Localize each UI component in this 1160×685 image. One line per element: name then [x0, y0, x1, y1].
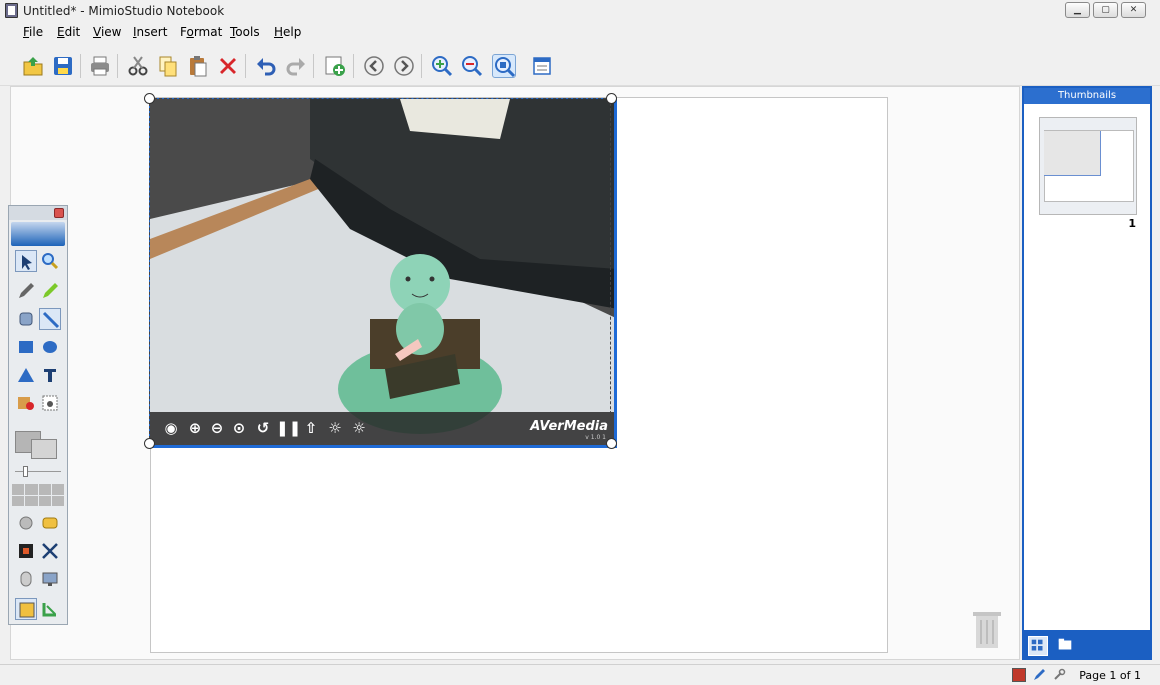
line-width-slider[interactable] — [15, 464, 61, 478]
mouse-tool[interactable] — [15, 568, 37, 590]
resize-handle-bottom-right[interactable] — [606, 438, 617, 449]
redo-icon[interactable] — [284, 54, 308, 78]
ellipse-tool[interactable] — [39, 336, 61, 358]
camera-image-object[interactable]: ◉ ⊕ ⊖ ⊙ ↺ ❚❚ ⇧ ☼ ☼ AVerMedia v 1.0 1 — [149, 98, 617, 448]
menu-edit[interactable]: Edit — [57, 25, 80, 39]
thumbnail-page-number: 1 — [1128, 217, 1136, 230]
rotate-icon[interactable]: ↺ — [254, 419, 272, 437]
thumbnails-tab-icon[interactable] — [1028, 636, 1048, 656]
camera-control-bar: ◉ ⊕ ⊖ ⊙ ↺ ❚❚ ⇧ ☼ ☼ AVerMedia v 1.0 1 — [150, 412, 614, 445]
menu-insert[interactable]: Insert — [133, 25, 167, 39]
transparency-tool[interactable] — [39, 512, 61, 534]
zoom-out-icon[interactable] — [460, 54, 484, 78]
tools-title-bar[interactable] — [9, 206, 67, 220]
paste-icon[interactable] — [186, 54, 210, 78]
cut-icon[interactable] — [126, 54, 150, 78]
thumbnails-header: Thumbnails — [1024, 88, 1150, 104]
close-icon[interactable] — [54, 208, 64, 218]
toolbar-separator — [245, 54, 246, 78]
zoom-out-icon[interactable]: ⊖ — [208, 419, 226, 437]
pen-banner-icon — [11, 222, 65, 246]
resize-handle-bottom-left[interactable] — [144, 438, 155, 449]
menu-format[interactable]: Format — [180, 25, 222, 39]
eraser-tool[interactable] — [15, 308, 37, 330]
title-bar: Untitled* - MimioStudio Notebook ▁ ▢ ✕ — [0, 0, 1160, 22]
select-tool[interactable] — [15, 250, 37, 272]
main-toolbar — [0, 42, 1160, 86]
screen-capture-tool[interactable] — [39, 392, 61, 414]
insert-image-tool[interactable] — [15, 392, 37, 414]
minimize-button[interactable]: ▁ — [1065, 2, 1090, 18]
page-indicator: Page 1 of 1 — [1079, 669, 1141, 682]
triangle-tool[interactable] — [15, 364, 37, 386]
panel-tabs — [1022, 632, 1152, 660]
toolbar-separator — [80, 54, 81, 78]
spotlight-icon[interactable] — [1012, 668, 1026, 682]
zoom-fit-icon[interactable] — [492, 54, 516, 78]
rectangle-tool[interactable] — [15, 336, 37, 358]
spotlight-tool[interactable] — [15, 540, 37, 562]
avermedia-logo: AVerMedia — [530, 419, 608, 434]
reveal-tool[interactable] — [39, 540, 61, 562]
mimio-tools-palette — [8, 205, 68, 625]
fill-palette[interactable] — [12, 484, 64, 506]
applications-tool[interactable] — [15, 598, 37, 620]
save-icon[interactable] — [51, 54, 75, 78]
toolbar-separator — [421, 54, 422, 78]
resize-handle-top-left[interactable] — [144, 93, 155, 104]
print-icon[interactable] — [88, 54, 112, 78]
status-bar: Page 1 of 1 — [0, 664, 1160, 685]
thumbnail-image-preview — [1044, 131, 1101, 176]
menu-help[interactable]: Help — [274, 25, 301, 39]
menu-tools[interactable]: Tools — [230, 25, 260, 39]
fill-tool[interactable] — [15, 512, 37, 534]
menu-file[interactable]: File — [23, 25, 43, 39]
delete-icon[interactable] — [216, 54, 240, 78]
display-tool[interactable] — [39, 568, 61, 590]
pen-icon[interactable] — [1032, 668, 1046, 682]
color-picker[interactable] — [15, 431, 61, 459]
copy-icon[interactable] — [156, 54, 180, 78]
previous-page-icon[interactable] — [362, 54, 386, 78]
page-view-icon[interactable] — [530, 54, 554, 78]
toolbar-separator — [313, 54, 314, 78]
open-icon[interactable] — [21, 54, 45, 78]
toolbar-separator — [117, 54, 118, 78]
brightness-down-icon[interactable]: ☼ — [350, 419, 368, 437]
thumbnails-panel: Thumbnails 1 — [1022, 86, 1152, 632]
settings-wrench-icon[interactable] — [1052, 668, 1066, 682]
notebook-app-icon — [5, 3, 18, 18]
camera-photo — [150, 99, 614, 445]
camera-version: v 1.0 1 — [585, 434, 606, 441]
menu-bar: File Edit View Insert Format Tools Help — [0, 22, 1160, 42]
zoom-in-icon[interactable] — [430, 54, 454, 78]
line-tool[interactable] — [39, 308, 61, 330]
gallery-tab-icon[interactable] — [1056, 636, 1076, 656]
eye-icon[interactable]: ◉ — [162, 419, 180, 437]
restore-button[interactable]: ▢ — [1093, 2, 1118, 18]
page-thumbnail[interactable] — [1039, 117, 1137, 215]
undo-icon[interactable] — [254, 54, 278, 78]
capture-icon[interactable]: ⇧ — [302, 419, 320, 437]
mimio-notebook-window: Untitled* - MimioStudio Notebook ▁ ▢ ✕ F… — [0, 0, 1160, 685]
window-title: Untitled* - MimioStudio Notebook — [23, 4, 225, 18]
close-button[interactable]: ✕ — [1121, 2, 1146, 18]
pause-icon[interactable]: ❚❚ — [276, 419, 301, 437]
import-tool[interactable] — [39, 598, 61, 620]
toolbar-separator — [353, 54, 354, 78]
trash-icon[interactable] — [971, 608, 1003, 650]
menu-view[interactable]: View — [93, 25, 121, 39]
resize-handle-top-right[interactable] — [606, 93, 617, 104]
text-tool[interactable] — [39, 364, 61, 386]
zoom-tool[interactable] — [39, 250, 61, 272]
add-page-icon[interactable] — [323, 54, 347, 78]
pen-tool[interactable] — [15, 280, 37, 302]
next-page-icon[interactable] — [392, 54, 416, 78]
highlighter-tool[interactable] — [39, 280, 61, 302]
zoom-in-icon[interactable]: ⊕ — [186, 419, 204, 437]
brightness-up-icon[interactable]: ☼ — [326, 419, 344, 437]
zoom-fit-icon[interactable]: ⊙ — [230, 419, 248, 437]
